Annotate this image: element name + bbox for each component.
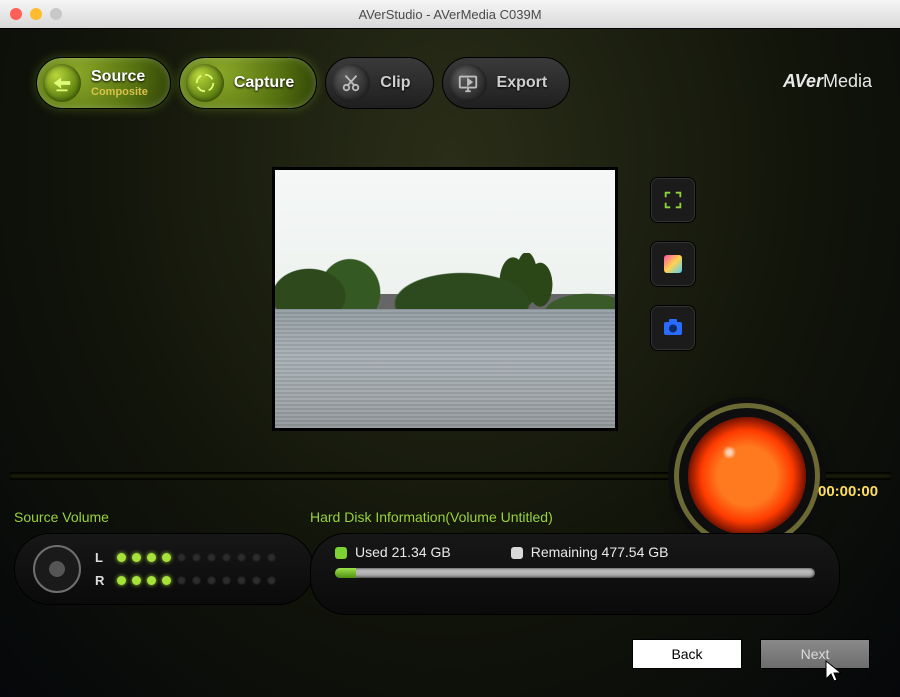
preview-water [275, 309, 615, 428]
volume-led [117, 576, 126, 585]
volume-left-meter [117, 553, 276, 562]
speaker-icon[interactable] [33, 545, 81, 593]
volume-led [192, 553, 201, 562]
record-timer: 00:00:00 [818, 483, 878, 500]
volume-led [192, 576, 201, 585]
volume-led [252, 576, 261, 585]
back-button[interactable]: Back [632, 639, 742, 669]
step-source-label: Source [91, 68, 148, 86]
brand-suffix: Media [823, 71, 872, 91]
window-zoom-button[interactable] [50, 8, 62, 20]
disk-info-panel: Used 21.34 GB Remaining 477.54 GB [310, 533, 840, 615]
volume-led [222, 553, 231, 562]
preview-tools [650, 177, 696, 351]
clip-icon [332, 64, 370, 102]
step-source[interactable]: Source Composite [36, 57, 171, 109]
disk-remaining-swatch [511, 547, 523, 559]
window-close-button[interactable] [10, 8, 22, 20]
volume-led [222, 576, 231, 585]
window-title: AVerStudio - AVerMedia C039M [0, 7, 900, 22]
disk-usage-bar [335, 568, 815, 578]
volume-left-label: L [95, 550, 109, 565]
snapshot-icon [661, 316, 685, 340]
volume-led [162, 553, 171, 562]
volume-led [237, 553, 246, 562]
volume-led [252, 553, 261, 562]
step-source-sublabel: Composite [91, 86, 148, 98]
step-export[interactable]: Export [442, 57, 571, 109]
volume-led [147, 576, 156, 585]
disk-remaining-text: Remaining 477.54 GB [531, 544, 669, 560]
source-volume-panel: L R [14, 533, 314, 605]
volume-right-label: R [95, 573, 109, 588]
step-clip[interactable]: Clip [325, 57, 433, 109]
fullscreen-icon [662, 189, 684, 211]
disk-info-label: Hard Disk Information(Volume Untitled) [310, 509, 553, 525]
volume-row-left: L [95, 550, 276, 565]
capture-icon [186, 64, 224, 102]
volume-led [132, 553, 141, 562]
brand-prefix: AVer [783, 71, 823, 91]
export-icon [449, 64, 487, 102]
color-adjust-button[interactable] [650, 241, 696, 287]
disk-used-swatch [335, 547, 347, 559]
disk-remaining: Remaining 477.54 GB [511, 544, 669, 560]
volume-led [177, 576, 186, 585]
volume-led [147, 553, 156, 562]
volume-led [177, 553, 186, 562]
volume-led [267, 553, 276, 562]
volume-led [117, 553, 126, 562]
volume-row-right: R [95, 573, 276, 588]
volume-led [267, 576, 276, 585]
step-export-label: Export [497, 74, 548, 92]
volume-led [162, 576, 171, 585]
disk-used: Used 21.34 GB [335, 544, 451, 560]
volume-led [237, 576, 246, 585]
step-capture[interactable]: Capture [179, 57, 317, 109]
volume-right-meter [117, 576, 276, 585]
next-button[interactable]: Next [760, 639, 870, 669]
mouse-cursor-icon [824, 659, 844, 683]
volume-led [207, 576, 216, 585]
brand-logo: AVerMedia [783, 71, 872, 92]
step-capture-label: Capture [234, 74, 294, 92]
wizard-steps: Source Composite Capture Clip Export [36, 57, 570, 109]
volume-led [132, 576, 141, 585]
titlebar: AVerStudio - AVerMedia C039M [0, 0, 900, 29]
window-minimize-button[interactable] [30, 8, 42, 20]
source-icon [43, 64, 81, 102]
color-icon [661, 252, 685, 276]
disk-used-text: Used 21.34 GB [355, 544, 451, 560]
video-preview [272, 167, 618, 431]
record-button[interactable] [688, 417, 806, 535]
disk-usage-fill [335, 568, 356, 578]
fullscreen-button[interactable] [650, 177, 696, 223]
app-frame: Source Composite Capture Clip Export AVe… [0, 28, 900, 697]
step-clip-label: Clip [380, 74, 410, 92]
snapshot-button[interactable] [650, 305, 696, 351]
source-volume-label: Source Volume [14, 509, 109, 525]
volume-led [207, 553, 216, 562]
